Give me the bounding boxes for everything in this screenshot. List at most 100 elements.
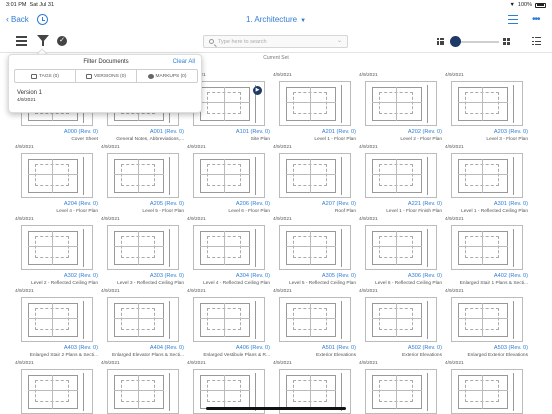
sheet-code[interactable]: A406 (Rev. 0) (236, 345, 270, 351)
sheet-code[interactable]: A501 (Rev. 0) (322, 345, 356, 351)
sheet-thumbnail[interactable] (365, 81, 437, 126)
thumb-line (52, 303, 53, 337)
sheet-code[interactable]: A221 (Rev. 0) (408, 201, 442, 207)
sheet-thumbnail[interactable] (451, 297, 523, 342)
detail-list-icon[interactable] (532, 37, 541, 46)
sheet-thumbnail[interactable] (21, 225, 93, 270)
version-title[interactable]: Version 1 (17, 90, 42, 96)
sheet-card[interactable]: 4/9/2021 (444, 361, 530, 414)
menu-icon[interactable] (16, 36, 27, 46)
sheet-card[interactable]: 4/9/2021 A206 (Rev. 0) Level 6 - Floor Pla… (186, 145, 272, 217)
sheet-thumbnail[interactable] (193, 297, 265, 342)
sheet-thumbnail[interactable] (365, 153, 437, 198)
sheet-thumbnail[interactable] (21, 369, 93, 414)
sheet-code[interactable]: A303 (Rev. 0) (150, 273, 184, 279)
thumb-title-block (255, 301, 261, 339)
project-title[interactable]: 1. Architecture ▼ (0, 15, 552, 24)
search-input[interactable]: Type here to search ⌄ (203, 35, 348, 48)
sheet-code[interactable]: A206 (Rev. 0) (236, 201, 270, 207)
sheet-code[interactable]: A306 (Rev. 0) (408, 273, 442, 279)
sheet-thumbnail[interactable] (107, 297, 179, 342)
thumb-title-block (83, 373, 89, 411)
sheet-code[interactable]: A402 (Rev. 0) (494, 273, 528, 279)
sheet-thumbnail[interactable] (21, 153, 93, 198)
sheet-code[interactable]: A202 (Rev. 0) (408, 129, 442, 135)
sheet-thumbnail[interactable] (365, 297, 437, 342)
sheet-card[interactable]: 4/9/2021 A305 (Rev. 0) Level 5 - Reflected… (272, 217, 358, 289)
sheet-card[interactable]: 4/9/2021 A203 (Rev. 0) Level 3 - Floor Pla… (444, 73, 530, 145)
sheet-thumbnail[interactable] (107, 225, 179, 270)
sheet-card[interactable]: 4/9/2021 A204 (Rev. 0) Level 4 - Floor Pla… (14, 145, 100, 217)
sheet-thumbnail[interactable] (279, 81, 351, 126)
sheet-name: Level 5 - Floor Plan (142, 209, 184, 214)
sheet-name: Exterior Elevations (402, 353, 442, 358)
sheet-thumbnail[interactable] (193, 225, 265, 270)
sheet-thumbnail[interactable] (107, 153, 179, 198)
sheet-thumbnail[interactable] (21, 297, 93, 342)
clear-all-button[interactable]: Clear All (173, 59, 195, 65)
sheet-thumbnail[interactable] (193, 153, 265, 198)
sheet-code[interactable]: A203 (Rev. 0) (494, 129, 528, 135)
sheet-code[interactable]: A207 (Rev. 0) (322, 201, 356, 207)
sheet-name: General Notes, Abbreviations,... (116, 137, 184, 142)
more-icon[interactable]: ••• (532, 14, 540, 25)
sheet-card[interactable]: 4/9/2021 (100, 361, 186, 414)
sheet-card[interactable]: 4/9/2021 A402 (Rev. 0) Enlarged Stair 1 Pl… (444, 217, 530, 289)
small-grid-icon[interactable] (437, 38, 445, 46)
sheet-code[interactable]: A301 (Rev. 0) (494, 201, 528, 207)
thumb-line (372, 174, 422, 175)
sheet-card[interactable]: 4/9/2021 A502 (Rev. 0) Exterior Elevations (358, 289, 444, 361)
sheet-code[interactable]: A304 (Rev. 0) (236, 273, 270, 279)
sheet-code[interactable]: A000 (Rev. 0) (64, 129, 98, 135)
tab-markups[interactable]: MARKUPS (0) (137, 70, 197, 82)
sheet-thumbnail[interactable] (451, 225, 523, 270)
sheet-card[interactable]: 4/9/2021 A303 (Rev. 0) Level 3 - Reflected… (100, 217, 186, 289)
sheet-code[interactable]: A502 (Rev. 0) (408, 345, 442, 351)
sheet-code[interactable]: A204 (Rev. 0) (64, 201, 98, 207)
sheet-code[interactable]: A201 (Rev. 0) (322, 129, 356, 135)
sheet-code[interactable]: A404 (Rev. 0) (150, 345, 184, 351)
sheet-card[interactable]: 4/9/2021 (358, 361, 444, 414)
sheet-card[interactable]: 4/9/2021 A306 (Rev. 0) Level 6 - Reflected… (358, 217, 444, 289)
thumb-line (482, 159, 483, 193)
sheet-thumbnail[interactable] (279, 153, 351, 198)
sheet-code[interactable]: A302 (Rev. 0) (64, 273, 98, 279)
list-view-icon[interactable] (508, 15, 518, 24)
tab-tags[interactable]: TAGS (0) (15, 70, 76, 82)
sheet-card[interactable]: 4/9/2021 A501 (Rev. 0) Exterior Elevations (272, 289, 358, 361)
sheet-code[interactable]: A305 (Rev. 0) (322, 273, 356, 279)
sheet-thumbnail[interactable] (279, 225, 351, 270)
sheet-card[interactable]: 4/9/2021 A503 (Rev. 0) Enlarged Exterior E… (444, 289, 530, 361)
sheet-card[interactable]: 4/9/2021 A207 (Rev. 0) Roof Plan (272, 145, 358, 217)
sheet-thumbnail[interactable] (107, 369, 179, 414)
tab-versions[interactable]: VERSIONS (0) (76, 70, 137, 82)
sheet-code[interactable]: A001 (Rev. 0) (150, 129, 184, 135)
sheet-date: 4/9/2021 (101, 217, 120, 222)
sheet-code[interactable]: A101 (Rev. 0) (236, 129, 270, 135)
sheet-card[interactable]: 4/9/2021 (14, 361, 100, 414)
sheet-card[interactable]: 4/9/2021 A302 (Rev. 0) Level 2 - Reflected… (14, 217, 100, 289)
sheet-thumbnail[interactable] (451, 153, 523, 198)
sheet-thumbnail[interactable] (451, 369, 523, 414)
sheet-card[interactable]: 4/9/2021 A403 (Rev. 0) Enlarged Stair 2 Pl… (14, 289, 100, 361)
sheet-code[interactable]: A205 (Rev. 0) (150, 201, 184, 207)
sheet-thumbnail[interactable] (365, 225, 437, 270)
sheet-card[interactable]: 4/9/2021 A205 (Rev. 0) Level 5 - Floor Pla… (100, 145, 186, 217)
sheet-card[interactable]: 4/9/2021 A406 (Rev. 0) Enlarged Vestibule … (186, 289, 272, 361)
sheet-card[interactable]: 4/9/2021 A304 (Rev. 0) Level 4 - Reflected… (186, 217, 272, 289)
sheet-card[interactable]: 4/9/2021 A301 (Rev. 0) Level 1 - Reflected… (444, 145, 530, 217)
sheet-thumbnail[interactable] (365, 369, 437, 414)
chevron-down-icon[interactable]: ⌄ (337, 37, 342, 44)
check-circle-icon[interactable]: ✓ (57, 36, 67, 46)
sheet-thumbnail[interactable] (279, 297, 351, 342)
search-icon (209, 39, 214, 44)
sheet-code[interactable]: A403 (Rev. 0) (64, 345, 98, 351)
sheet-card[interactable]: 4/9/2021 A221 (Rev. 0) Level 1 - Floor Fin… (358, 145, 444, 217)
sheet-card[interactable]: 4/9/2021 A404 (Rev. 0) Enlarged Elevator P… (100, 289, 186, 361)
sheet-card[interactable]: 4/9/2021 A201 (Rev. 0) Level 1 - Floor Pla… (272, 73, 358, 145)
sheet-thumbnail[interactable] (451, 81, 523, 126)
sheet-code[interactable]: A503 (Rev. 0) (494, 345, 528, 351)
slider-knob[interactable] (450, 36, 461, 47)
large-grid-icon[interactable] (503, 38, 510, 45)
sheet-card[interactable]: 4/9/2021 A202 (Rev. 0) Level 2 - Floor Pla… (358, 73, 444, 145)
